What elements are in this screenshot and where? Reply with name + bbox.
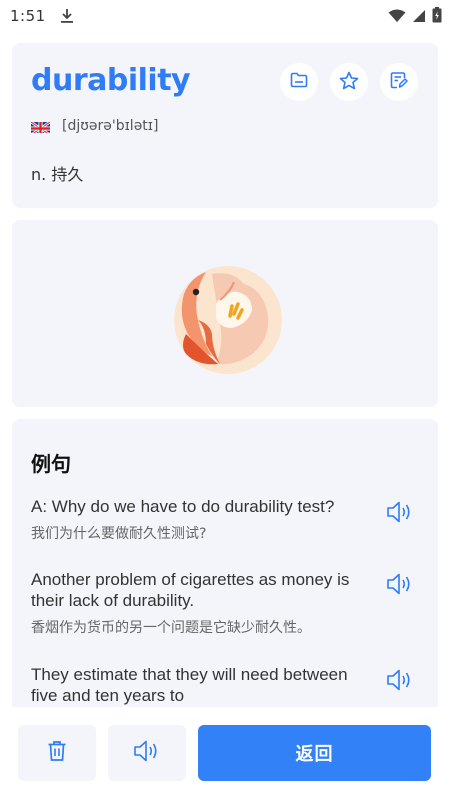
trash-icon [47, 740, 67, 766]
example-chinese: 香烟作为货币的另一个问题是它缺少耐久性。 [31, 620, 311, 636]
favorite-button[interactable] [330, 63, 368, 101]
example-english: They estimate that they will need betwee… [31, 665, 348, 705]
cellular-signal-icon [412, 8, 426, 27]
battery-icon [432, 7, 442, 27]
folder-icon [290, 72, 308, 92]
star-icon [339, 71, 359, 94]
speaker-icon[interactable] [385, 571, 415, 597]
play-audio-button[interactable] [108, 725, 186, 781]
word-card: durability [djʊərə'bɪlətɪ] n. 持久 [12, 43, 438, 208]
phonetic-text: [djʊərə'bɪlətɪ] [62, 118, 159, 134]
word-title: durability [31, 63, 191, 98]
example-item: Another problem of cigarettes as money i… [31, 569, 371, 637]
status-bar: 1:51 [0, 0, 450, 32]
folder-button[interactable] [280, 63, 318, 101]
example-english: Another problem of cigarettes as money i… [31, 570, 350, 610]
note-edit-icon [390, 71, 408, 93]
status-time: 1:51 [10, 7, 46, 25]
definition-text: n. 持久 [31, 165, 84, 184]
example-chinese: 我们为什么要做耐久性测试? [31, 526, 207, 542]
speaker-icon[interactable] [385, 499, 415, 525]
example-item: They estimate that they will need betwee… [31, 664, 371, 706]
speaker-icon [132, 738, 162, 768]
wifi-icon [388, 8, 406, 27]
delete-button[interactable] [18, 725, 96, 781]
example-item: A: Why do we have to do durability test?… [31, 496, 371, 543]
uk-flag-icon [31, 120, 50, 133]
examples-card: 例句 A: Why do we have to do durability te… [12, 419, 438, 739]
bottom-action-bar: 返回 [0, 707, 450, 800]
back-button[interactable]: 返回 [198, 725, 431, 781]
image-card [12, 220, 438, 407]
note-button[interactable] [380, 63, 418, 101]
download-icon [60, 8, 74, 24]
examples-title: 例句 [31, 452, 71, 476]
example-english: A: Why do we have to do durability test? [31, 497, 335, 516]
speaker-icon[interactable] [385, 667, 415, 693]
pronunciation-row[interactable]: [djʊərə'bɪlətɪ] [31, 118, 158, 134]
illustration-image [172, 264, 284, 376]
